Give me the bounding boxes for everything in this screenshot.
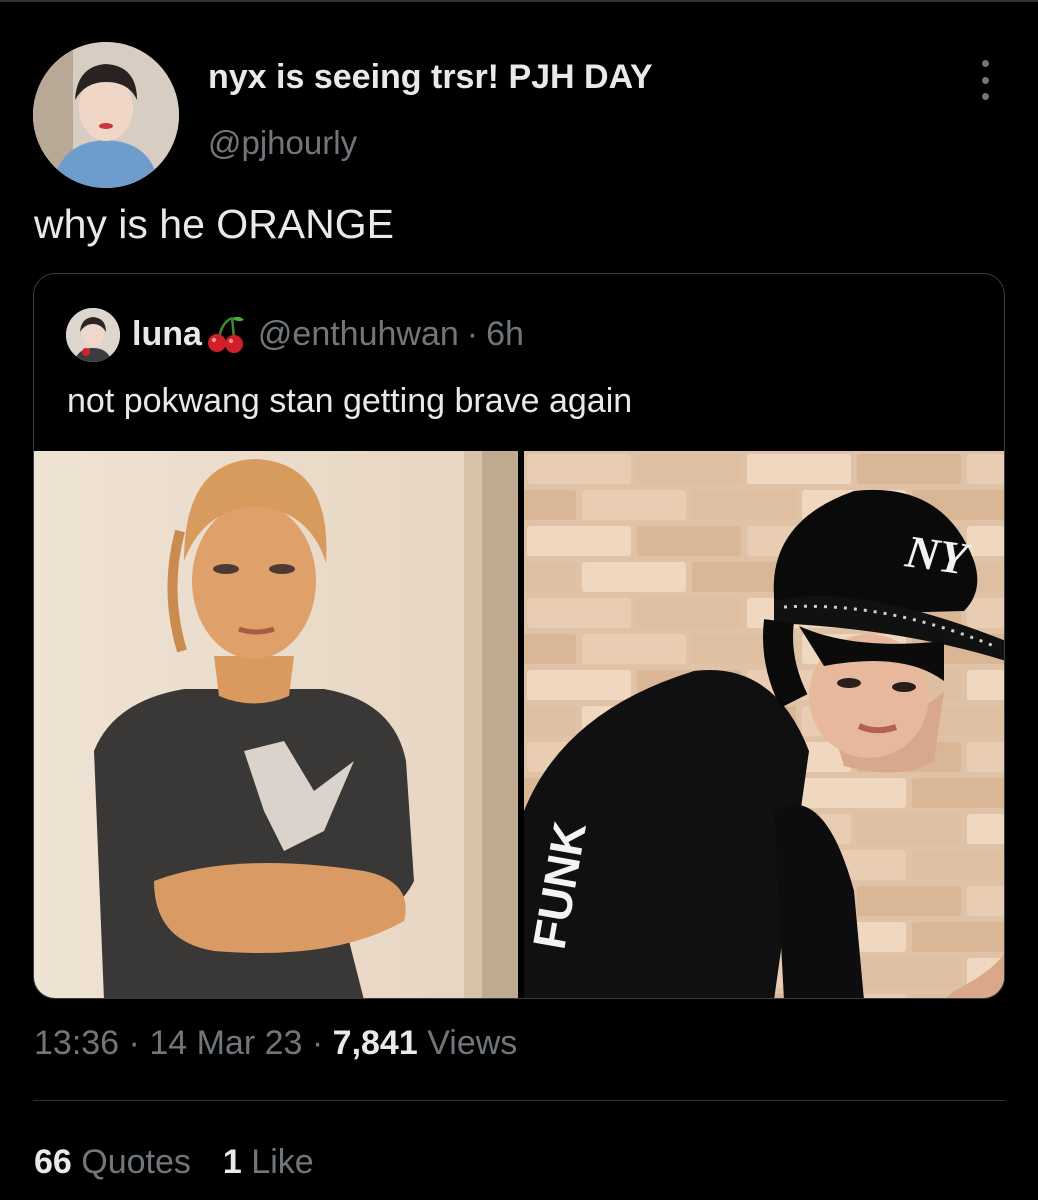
tweet-date[interactable]: 14 Mar 23 [149, 1024, 302, 1062]
quoted-separator: · [466, 314, 479, 353]
views-count: 7,841 [332, 1024, 418, 1062]
quoted-timestamp[interactable]: 6h [486, 315, 524, 354]
quotes-label: Quotes [81, 1143, 191, 1181]
engagement-stats: 66 Quotes 1 Like [34, 1143, 314, 1182]
cherries-emoji-icon [204, 314, 246, 354]
likes-count: 1 [222, 1143, 242, 1181]
quoted-tweet-card[interactable]: luna @enthuhwan · 6h not pokwang stan ge… [33, 273, 1005, 999]
likes-stat[interactable]: 1 Like [223, 1143, 314, 1181]
quoted-author-name[interactable]: luna [132, 315, 202, 354]
top-divider [0, 0, 1038, 2]
tweet-text: why is he ORANGE [34, 201, 394, 247]
tweet-meta: 13:36 · 14 Mar 23 · 7,841 Views [34, 1024, 517, 1063]
likes-label: Like [251, 1143, 314, 1181]
quoted-tweet-text: not pokwang stan getting brave again [67, 382, 633, 420]
quotes-stat[interactable]: 66 Quotes [34, 1143, 191, 1181]
more-dots-icon[interactable] [968, 60, 1002, 100]
meta-separator: · [311, 1024, 324, 1062]
quoted-photo-left[interactable] [34, 451, 518, 998]
stats-divider [33, 1100, 1005, 1101]
author-avatar[interactable] [33, 42, 179, 188]
cap-logo-text: NY [902, 525, 975, 585]
tweet-time[interactable]: 13:36 [34, 1024, 119, 1062]
quoted-author-avatar[interactable] [66, 308, 120, 362]
views-label: Views [427, 1024, 518, 1062]
quotes-count: 66 [34, 1143, 72, 1181]
author-display-name[interactable]: nyx is seeing trsr! PJH DAY [208, 58, 653, 97]
quoted-header: luna @enthuhwan · 6h [132, 314, 524, 354]
quoted-handle[interactable]: @enthuhwan [258, 315, 459, 354]
quoted-photo-right[interactable]: FUNK NY [524, 451, 1004, 998]
author-handle[interactable]: @pjhourly [208, 124, 357, 162]
meta-separator: · [128, 1024, 140, 1062]
